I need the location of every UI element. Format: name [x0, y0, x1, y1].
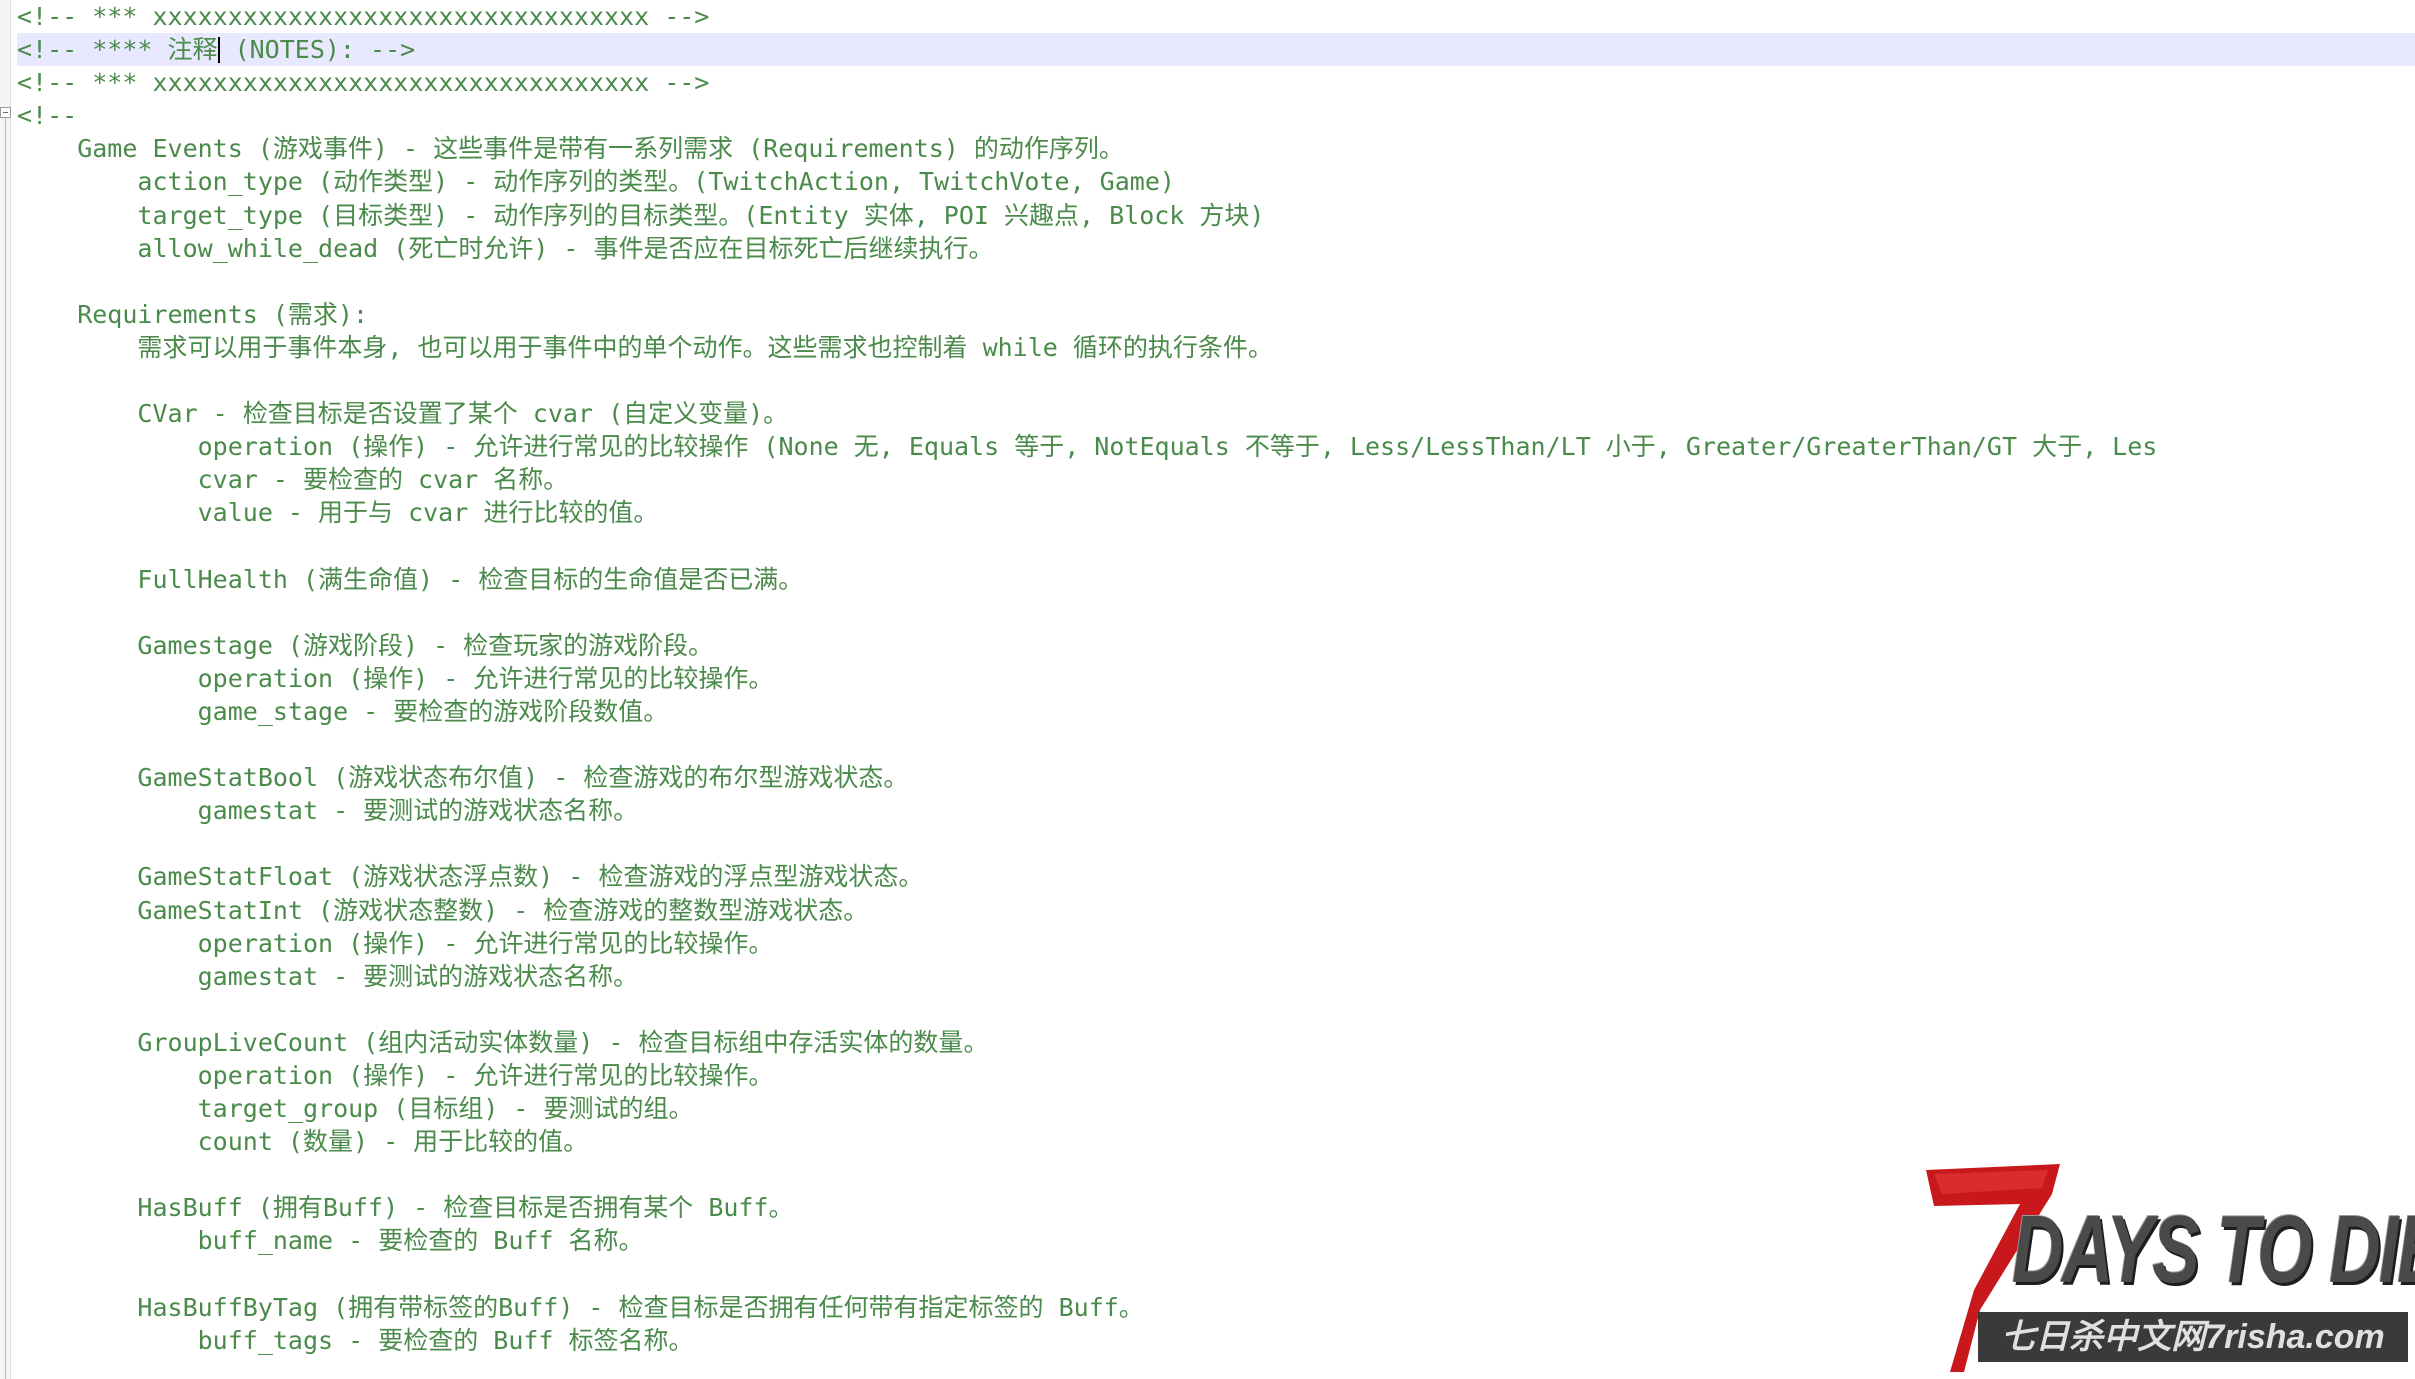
- code-line[interactable]: Game Events (游戏事件) - 这些事件是带有一系列需求 (Requi…: [17, 132, 2415, 165]
- code-line[interactable]: Gamestage (游戏阶段) - 检查玩家的游戏阶段。: [17, 629, 2415, 662]
- code-line[interactable]: gamestat - 要测试的游戏状态名称。: [17, 794, 2415, 827]
- code-line[interactable]: CVar - 检查目标是否设置了某个 cvar (自定义变量)。: [17, 397, 2415, 430]
- code-line[interactable]: value - 用于与 cvar 进行比较的值。: [17, 496, 2415, 529]
- code-line-text-rest: (NOTES): -->: [219, 35, 416, 65]
- logo-subtitle: 七日杀中文网7risha.com: [1978, 1312, 2408, 1362]
- code-line-text: <!-- **** 注释: [17, 35, 218, 65]
- code-line[interactable]: allow_while_dead (死亡时允许) - 事件是否应在目标死亡后继续…: [17, 232, 2415, 265]
- code-line[interactable]: operation (操作) - 允许进行常见的比较操作。: [17, 662, 2415, 695]
- code-line[interactable]: Requirements (需求):: [17, 298, 2415, 331]
- code-line[interactable]: count (数量) - 用于比较的值。: [17, 1125, 2415, 1158]
- code-line[interactable]: action_type (动作类型) - 动作序列的类型。(TwitchActi…: [17, 165, 2415, 198]
- code-line[interactable]: operation (操作) - 允许进行常见的比较操作。: [17, 927, 2415, 960]
- code-line[interactable]: [17, 993, 2415, 1026]
- code-line[interactable]: 需求可以用于事件本身, 也可以用于事件中的单个动作。这些需求也控制着 while…: [17, 331, 2415, 364]
- code-line[interactable]: GroupLiveCount (组内活动实体数量) - 检查目标组中存活实体的数…: [17, 1026, 2415, 1059]
- line-gutter: [0, 0, 11, 1379]
- code-line[interactable]: [17, 728, 2415, 761]
- code-line[interactable]: [17, 265, 2415, 298]
- logo-title: DAYS TO DIE: [2012, 1196, 2415, 1303]
- fold-guide-line: [5, 118, 6, 1379]
- code-line[interactable]: operation (操作) - 允许进行常见的比较操作。: [17, 1059, 2415, 1092]
- game-logo-watermark: DAYS TO DIE 七日杀中文网7risha.com: [1920, 1160, 2415, 1375]
- code-line[interactable]: FullHealth (满生命值) - 检查目标的生命值是否已满。: [17, 563, 2415, 596]
- code-line[interactable]: GameStatInt (游戏状态整数) - 检查游戏的整数型游戏状态。: [17, 894, 2415, 927]
- code-lines[interactable]: <!-- *** xxxxxxxxxxxxxxxxxxxxxxxxxxxxxxx…: [17, 0, 2415, 1357]
- code-line[interactable]: <!-- *** xxxxxxxxxxxxxxxxxxxxxxxxxxxxxxx…: [17, 66, 2415, 99]
- code-line[interactable]: [17, 530, 2415, 563]
- code-line[interactable]: game_stage - 要检查的游戏阶段数值。: [17, 695, 2415, 728]
- code-line[interactable]: <!-- *** xxxxxxxxxxxxxxxxxxxxxxxxxxxxxxx…: [17, 0, 2415, 33]
- code-line[interactable]: [17, 827, 2415, 860]
- code-line[interactable]: target_group (目标组) - 要测试的组。: [17, 1092, 2415, 1125]
- code-line-current[interactable]: <!-- **** 注释 (NOTES): -->: [17, 33, 2415, 67]
- code-line[interactable]: GameStatFloat (游戏状态浮点数) - 检查游戏的浮点型游戏状态。: [17, 860, 2415, 893]
- code-line[interactable]: <!--: [17, 99, 2415, 132]
- fold-collapse-icon[interactable]: [0, 107, 11, 118]
- code-line[interactable]: operation (操作) - 允许进行常见的比较操作 (None 无, Eq…: [17, 430, 2415, 463]
- code-line[interactable]: gamestat - 要测试的游戏状态名称。: [17, 960, 2415, 993]
- code-line[interactable]: [17, 364, 2415, 397]
- code-line[interactable]: [17, 596, 2415, 629]
- code-line[interactable]: cvar - 要检查的 cvar 名称。: [17, 463, 2415, 496]
- code-line[interactable]: GameStatBool (游戏状态布尔值) - 检查游戏的布尔型游戏状态。: [17, 761, 2415, 794]
- code-line[interactable]: target_type (目标类型) - 动作序列的目标类型。(Entity 实…: [17, 199, 2415, 232]
